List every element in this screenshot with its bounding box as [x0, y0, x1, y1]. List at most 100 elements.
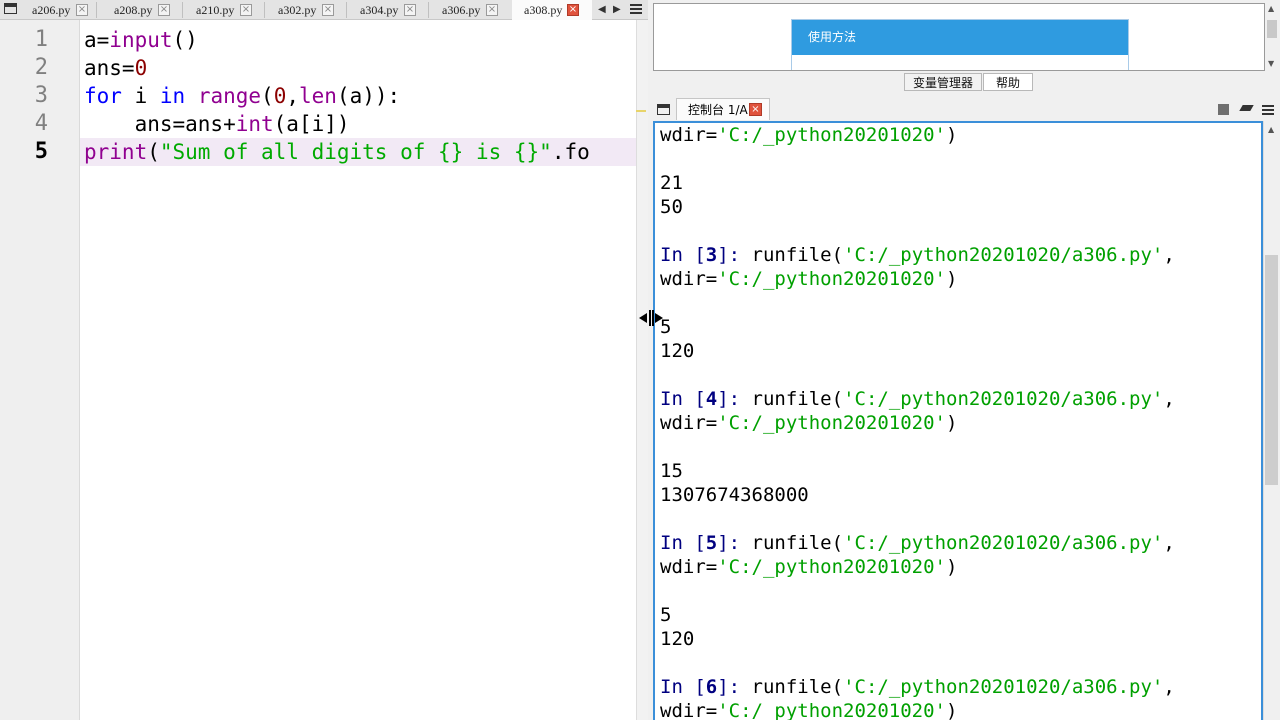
console-token: ,	[1163, 532, 1175, 554]
editor-scrollbar[interactable]	[636, 20, 648, 720]
tab-divider	[96, 2, 97, 18]
code-token: input	[109, 28, 173, 52]
tab-a208[interactable]: a208.py ×	[102, 0, 178, 20]
console-token: 'C:/_python20201020'	[717, 412, 946, 434]
code-token: print	[84, 140, 148, 164]
code-line-4[interactable]: ans=ans+int(a[i])	[84, 110, 350, 138]
console-token: 'C:/_python20201020/a306.py'	[843, 676, 1164, 698]
code-token: for	[84, 84, 122, 108]
tab-close-icon[interactable]: ×	[322, 4, 334, 16]
tab-label: a308.py	[524, 3, 563, 17]
tab-label: a210.py	[196, 3, 235, 17]
tab-scroll-left-icon[interactable]: ◀	[598, 4, 606, 15]
editor-options-menu-icon[interactable]	[630, 4, 642, 16]
tab-close-icon[interactable]: ×	[404, 4, 416, 16]
browse-tabs-icon[interactable]	[4, 3, 17, 14]
console-token: runfile(	[751, 388, 844, 410]
tab-divider	[428, 2, 429, 18]
tab-divider	[346, 2, 347, 18]
help-card-title: 使用方法	[792, 20, 1128, 55]
editor-tab-bar: a206.py × a208.py × a210.py × a302.py × …	[0, 0, 648, 20]
scroll-up-icon[interactable]: ▲	[1268, 4, 1274, 13]
console-token: ,	[1163, 676, 1175, 698]
browse-tabs-icon[interactable]	[657, 104, 670, 115]
code-token: (	[261, 84, 274, 108]
tab-a304[interactable]: a304.py ×	[348, 0, 424, 20]
tab-close-icon[interactable]: ×	[158, 4, 170, 16]
console-line: wdir='C:/_python20201020')	[660, 411, 957, 435]
console-output: 5	[660, 604, 672, 626]
console-prompt: In [4]: runfile('C:/_python20201020/a306…	[660, 387, 1175, 411]
code-token: ans=ans+	[84, 112, 236, 136]
console-token: ,	[1163, 244, 1175, 266]
console-token: 6	[705, 676, 718, 698]
code-token: range	[197, 84, 262, 108]
tab-close-icon[interactable]: ×	[486, 4, 498, 16]
tab-console[interactable]: 控制台 1/A ×	[676, 98, 770, 120]
code-line-5[interactable]: print("Sum of all digits of {} is {}".fo	[84, 138, 636, 166]
stop-icon[interactable]	[1218, 104, 1229, 115]
console-token: In [	[660, 244, 706, 266]
code-token: 0	[273, 84, 287, 108]
tab-a206[interactable]: a206.py ×	[20, 0, 92, 20]
tab-help[interactable]: 帮助	[983, 73, 1033, 91]
console-token: ]:	[717, 388, 752, 410]
console-output: 15	[660, 460, 683, 482]
code-token: int	[235, 112, 274, 136]
console-line: wdir='C:/_python20201020')	[660, 123, 957, 147]
tab-a306[interactable]: a306.py ×	[430, 0, 506, 20]
help-card: 使用方法	[791, 19, 1129, 70]
console-token: runfile(	[751, 676, 844, 698]
code-line-2[interactable]: ans=0	[84, 54, 147, 82]
console-close-icon[interactable]: ×	[749, 103, 762, 116]
code-token: (a[i])	[273, 112, 350, 136]
tab-variable-explorer[interactable]: 变量管理器	[904, 73, 982, 91]
console-token: 'C:/_python20201020'	[717, 700, 946, 720]
ipython-console[interactable]: wdir='C:/_python20201020') 21 50 In [3]:…	[653, 121, 1263, 720]
console-token: runfile(	[751, 532, 844, 554]
code-token: "Sum of all digits of {} is {}"	[159, 140, 552, 164]
code-line-3[interactable]: for i in range(0,len(a)):	[84, 82, 400, 110]
console-token: 'C:/_python20201020'	[717, 268, 946, 290]
code-token: .fo	[551, 140, 590, 164]
console-token: 'C:/_python20201020/a306.py'	[843, 388, 1164, 410]
console-options-menu-icon[interactable]	[1262, 105, 1274, 117]
console-prompt: In [3]: runfile('C:/_python20201020/a306…	[660, 243, 1175, 267]
scroll-up-icon[interactable]: ▲	[1268, 125, 1274, 134]
tab-close-icon[interactable]: ×	[567, 4, 579, 16]
tab-close-icon[interactable]: ×	[240, 4, 252, 16]
console-scrollbar-thumb[interactable]	[1265, 255, 1278, 485]
eraser-icon[interactable]	[1239, 103, 1253, 113]
tab-a302[interactable]: a302.py ×	[266, 0, 342, 20]
tab-label: a302.py	[278, 3, 317, 17]
code-token: in	[159, 84, 186, 108]
console-token: 'C:/_python20201020/a306.py'	[843, 532, 1164, 554]
tab-scroll-right-icon[interactable]: ▶	[613, 4, 621, 15]
tab-a210[interactable]: a210.py ×	[184, 0, 260, 20]
tab-label: a304.py	[360, 3, 399, 17]
help-scrollbar-thumb[interactable]	[1267, 20, 1277, 38]
console-token: )	[945, 124, 958, 146]
tab-label: a306.py	[442, 3, 481, 17]
code-token: (a)):	[336, 84, 401, 108]
scroll-down-icon[interactable]: ▼	[1268, 59, 1274, 68]
console-token: )	[945, 700, 958, 720]
code-line-1[interactable]: a=input()	[84, 26, 198, 54]
console-token: wdir=	[660, 124, 718, 146]
tab-a308[interactable]: a308.py ×	[512, 0, 592, 20]
console-token: In [	[660, 532, 706, 554]
scrollbar-line-marker	[636, 110, 646, 112]
console-token: 'C:/_python20201020'	[717, 124, 946, 146]
tab-close-icon[interactable]: ×	[76, 4, 88, 16]
console-token: wdir=	[660, 412, 718, 434]
code-token: a=	[84, 28, 110, 52]
code-token: 0	[134, 56, 148, 80]
tab-label: a208.py	[114, 3, 153, 17]
tab-divider	[182, 2, 183, 18]
code-token: i	[121, 84, 160, 108]
console-output: 120	[660, 628, 695, 650]
code-token: (	[147, 140, 160, 164]
console-token: runfile(	[751, 244, 844, 266]
tab-divider	[264, 2, 265, 18]
